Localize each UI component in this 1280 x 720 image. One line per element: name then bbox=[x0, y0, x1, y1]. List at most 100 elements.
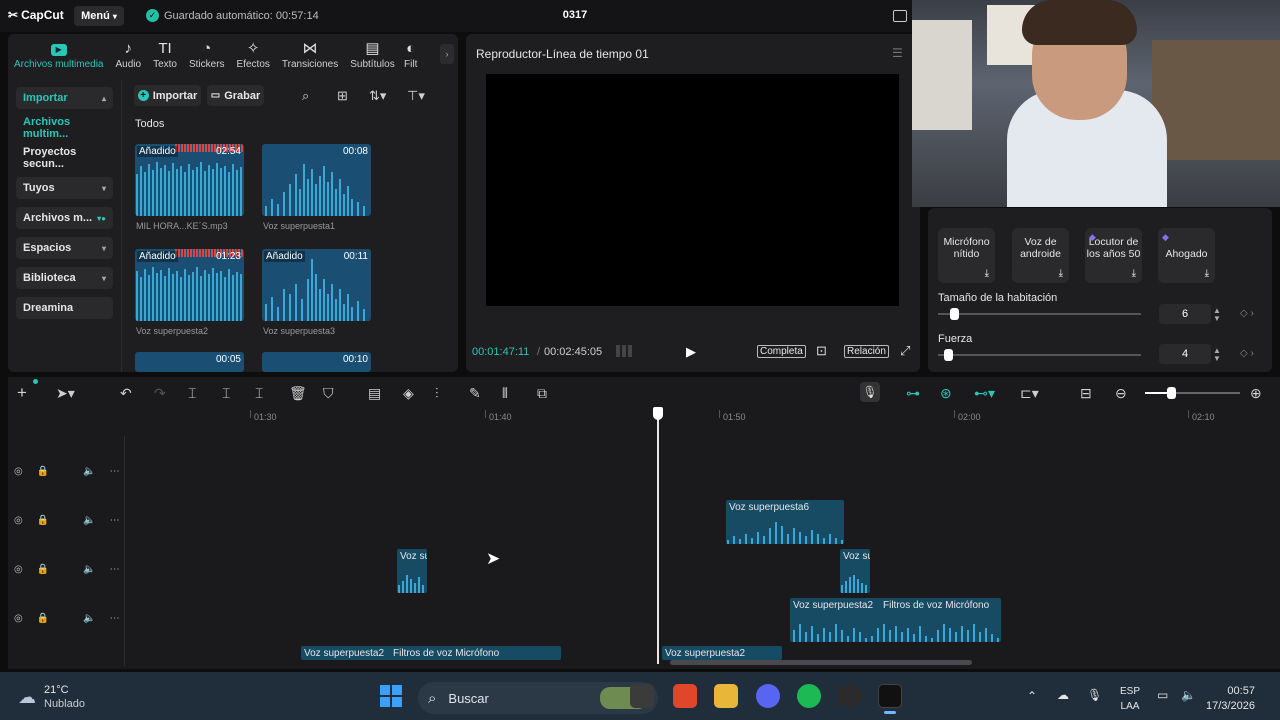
brave-icon[interactable] bbox=[673, 684, 697, 708]
slider-knob[interactable] bbox=[1167, 387, 1176, 399]
lock-icon[interactable]: 🔒 bbox=[37, 613, 49, 624]
visibility-icon[interactable]: ◎ bbox=[14, 613, 23, 624]
aspect-ratio-button[interactable]: Relación bbox=[844, 345, 889, 358]
microphone-icon[interactable]: 🎙 bbox=[860, 382, 880, 402]
link-icon[interactable]: ⊷▾ bbox=[974, 385, 995, 402]
select-tool-icon[interactable]: ➤▾ bbox=[56, 385, 75, 402]
spotify-icon[interactable] bbox=[797, 684, 821, 708]
sidebar-item-media[interactable]: Archivos multim... bbox=[16, 116, 113, 140]
record-button[interactable]: ▭ Grabar bbox=[207, 85, 264, 106]
lock-icon[interactable]: 🔒 bbox=[37, 564, 49, 575]
media-thumbnail[interactable]: Añadido 02:54 bbox=[135, 144, 244, 216]
network-icon[interactable]: ☁ bbox=[1057, 688, 1069, 702]
voice-filter-card[interactable]: ◆ Locutor de los años 50 ⤓ bbox=[1085, 228, 1142, 283]
more-icon[interactable]: ⋯ bbox=[110, 466, 120, 477]
sidebar-item-yours[interactable]: Tuyos ▾ bbox=[16, 177, 113, 199]
split-icon[interactable]: ⌶ bbox=[188, 385, 196, 402]
preview-axis-icon[interactable]: ⊏▾ bbox=[1020, 385, 1039, 402]
sidebar-item-spaces[interactable]: Espacios ▾ bbox=[16, 237, 113, 259]
crop-icon[interactable]: ⧉ bbox=[537, 385, 547, 402]
sidebar-item-library[interactable]: Biblioteca ▾ bbox=[16, 267, 113, 289]
caption-icon[interactable]: ⊟ bbox=[1080, 385, 1092, 402]
video-preview[interactable] bbox=[486, 74, 899, 306]
media-thumbnail[interactable]: Añadido 01:23 bbox=[135, 249, 244, 321]
microphone-icon[interactable]: 🎙 bbox=[1087, 688, 1102, 702]
more-icon[interactable]: ⋯ bbox=[110, 564, 120, 575]
weather-widget[interactable]: ☁ 21°C Nublado bbox=[18, 683, 85, 711]
keyframe-icon[interactable]: ◇ › bbox=[1240, 348, 1254, 359]
tab-effects[interactable]: ✧ Efectos bbox=[231, 38, 276, 70]
playhead-handle[interactable] bbox=[653, 407, 663, 420]
magnet-icon[interactable]: ⊛ bbox=[940, 385, 952, 402]
voice-filter-card[interactable]: Voz de androide ⤓ bbox=[1012, 228, 1069, 283]
tab-audio[interactable]: ♪ Audio bbox=[109, 38, 147, 70]
sidebar-item-files[interactable]: Archivos m... ▾● bbox=[16, 207, 113, 229]
zoom-in-icon[interactable]: ⊕ bbox=[1250, 385, 1262, 402]
beat-icon[interactable]: ⫴ bbox=[502, 385, 508, 402]
tab-filters[interactable]: ◐ Filt bbox=[401, 38, 421, 70]
freeze-icon[interactable]: ▤ bbox=[368, 385, 381, 402]
zoom-slider[interactable] bbox=[1145, 387, 1240, 399]
visibility-icon[interactable]: ◎ bbox=[14, 466, 23, 477]
download-icon[interactable]: ⤓ bbox=[985, 268, 989, 280]
mark-icon[interactable]: ⛉ bbox=[323, 385, 334, 402]
lock-icon[interactable]: 🔒 bbox=[37, 515, 49, 526]
clock[interactable]: 00:57 17/3/2026 bbox=[1206, 684, 1255, 714]
obs-icon[interactable] bbox=[838, 684, 862, 708]
media-thumbnail[interactable]: 00:08 bbox=[262, 144, 371, 216]
keyframe-icon[interactable]: ◇ › bbox=[1240, 308, 1254, 319]
sort-icon[interactable]: ⇅▾ bbox=[369, 88, 386, 104]
search-icon[interactable]: ⌕ bbox=[302, 88, 309, 104]
undo-icon[interactable]: ↶ bbox=[120, 385, 132, 402]
terminal-icon[interactable] bbox=[630, 684, 654, 708]
time-ruler[interactable] bbox=[124, 408, 1272, 428]
audio-clip[interactable]: Voz superpuesta2 Filtros de voz Micrófon… bbox=[790, 598, 1001, 642]
visibility-icon[interactable]: ◎ bbox=[14, 564, 23, 575]
sidebar-item-import[interactable]: Importar ▴ bbox=[16, 87, 113, 109]
file-explorer-icon[interactable] bbox=[714, 684, 738, 708]
capcut-taskbar-icon[interactable] bbox=[878, 684, 902, 708]
timeline-scrollbar[interactable] bbox=[670, 660, 972, 665]
display-icon[interactable]: ▭ bbox=[1157, 688, 1168, 702]
volume-icon[interactable]: 🔈 bbox=[83, 613, 95, 624]
sidebar-item-secondary-projects[interactable]: Proyectos secun... bbox=[16, 146, 113, 170]
media-thumbnail[interactable]: 00:05 bbox=[135, 352, 244, 372]
magic-icon[interactable]: ✎ bbox=[469, 385, 481, 402]
stepper-icon[interactable]: ▲ ▼ bbox=[1213, 347, 1221, 363]
volume-icon[interactable]: 🔈 bbox=[83, 466, 95, 477]
volume-icon[interactable]: 🔈 bbox=[83, 515, 95, 526]
audio-clip[interactable]: Voz superpuesta2 bbox=[662, 646, 782, 660]
filter-icon[interactable]: ⊤▾ bbox=[407, 88, 425, 104]
menu-button[interactable]: Menú ▾ bbox=[74, 6, 124, 26]
audio-clip[interactable]: Voz su bbox=[840, 549, 870, 593]
adjust-icon[interactable]: ⫶ bbox=[435, 385, 439, 402]
link-main-track-icon[interactable]: ⊶ bbox=[906, 385, 920, 402]
add-track-icon[interactable]: + bbox=[17, 383, 27, 403]
menu-icon[interactable]: ☰ bbox=[892, 46, 903, 60]
tab-transitions[interactable]: ⋈ Transiciones bbox=[276, 38, 344, 70]
room-size-slider[interactable] bbox=[938, 308, 1141, 320]
strength-slider[interactable] bbox=[938, 349, 1141, 361]
media-thumbnail[interactable]: Añadido 00:11 bbox=[262, 249, 371, 321]
chevron-up-icon[interactable]: ⌃ bbox=[1027, 689, 1037, 703]
split-right-icon[interactable]: ⌶ bbox=[255, 385, 263, 402]
language-indicator[interactable]: ESP LAA bbox=[1120, 684, 1140, 714]
delete-icon[interactable]: 🗑 bbox=[289, 385, 307, 402]
visibility-icon[interactable]: ◎ bbox=[14, 515, 23, 526]
audio-effect-icon[interactable]: ◈ bbox=[403, 385, 414, 402]
media-thumbnail[interactable]: 00:10 bbox=[262, 352, 371, 372]
download-icon[interactable]: ⤓ bbox=[1132, 268, 1136, 280]
play-button[interactable]: ▶ bbox=[686, 344, 696, 360]
windows-start-icon[interactable] bbox=[380, 685, 402, 707]
import-button[interactable]: + Importar bbox=[134, 85, 201, 106]
more-icon[interactable]: ⋯ bbox=[110, 515, 120, 526]
more-icon[interactable]: ⋯ bbox=[110, 613, 120, 624]
download-icon[interactable]: ⤓ bbox=[1205, 268, 1209, 280]
window-layout-icon[interactable] bbox=[893, 10, 907, 22]
slider-knob[interactable] bbox=[944, 349, 953, 361]
voice-filter-card[interactable]: Micrófono nítido ⤓ bbox=[938, 228, 995, 283]
tabs-scroll-right-button[interactable]: › bbox=[440, 44, 454, 64]
quality-button[interactable]: Completa bbox=[757, 345, 806, 358]
room-size-input[interactable]: 6 bbox=[1159, 304, 1211, 324]
volume-icon[interactable]: 🔈 bbox=[1181, 688, 1196, 702]
